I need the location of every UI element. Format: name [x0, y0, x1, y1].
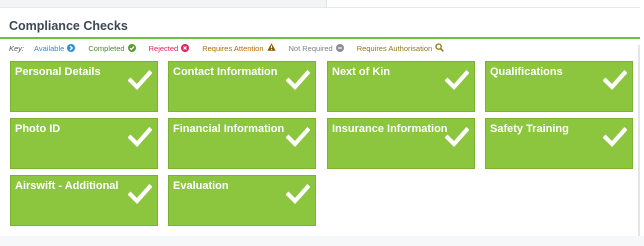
- top-strip-segment: [326, 0, 644, 7]
- legend-label-requires-authorisation: Requires Authorisation: [356, 43, 433, 53]
- checkmark-icon: [603, 70, 627, 91]
- tile-safety-training[interactable]: Safety Training: [485, 118, 633, 169]
- status-legend: Key: Available Completed Rejected Requir…: [9, 42, 457, 54]
- tile-contact-information[interactable]: Contact Information: [168, 61, 316, 112]
- legend-label-available: Available: [34, 43, 65, 53]
- tile-personal-details[interactable]: Personal Details: [10, 61, 158, 112]
- top-strip: [0, 0, 644, 7]
- checkmark-icon: [286, 70, 310, 91]
- checkmark-icon: [286, 184, 310, 205]
- legend-key-label: Key:: [9, 43, 25, 53]
- tile-qualifications[interactable]: Qualifications: [485, 61, 633, 112]
- minus-circle-icon: [335, 44, 344, 52]
- title-accent-rule: [0, 37, 640, 39]
- legend-label-rejected: Rejected: [148, 43, 179, 53]
- checkmark-icon: [286, 127, 310, 148]
- tile-label: Airswift - Additional: [15, 180, 119, 192]
- legend-item-completed: Completed: [88, 43, 136, 53]
- legend-label-completed: Completed: [88, 43, 125, 53]
- tile-label: Qualifications: [490, 66, 563, 78]
- legend-item-requires-attention: Requires Attention: [202, 43, 276, 53]
- tile-airswift-additional[interactable]: Airswift - Additional: [10, 175, 158, 226]
- checkmark-icon: [603, 127, 627, 148]
- chevron-right-circle-icon: [67, 44, 76, 52]
- checkmark-icon: [128, 184, 152, 205]
- tile-financial-information[interactable]: Financial Information: [168, 118, 316, 169]
- x-circle-icon: [181, 44, 190, 52]
- checkmark-icon: [128, 127, 152, 148]
- legend-item-requires-authorisation: Requires Authorisation: [356, 42, 445, 54]
- checkmark-icon: [445, 127, 469, 148]
- legend-item-available: Available: [34, 43, 76, 53]
- tile-evaluation[interactable]: Evaluation: [168, 175, 316, 226]
- tile-label: Financial Information: [173, 123, 285, 135]
- checkmark-icon: [445, 70, 469, 91]
- tile-label: Safety Training: [490, 123, 569, 135]
- tile-label: Next of Kin: [332, 66, 391, 78]
- checkmark-icon: [128, 70, 152, 91]
- tile-label: Contact Information: [173, 66, 278, 78]
- page-frame: Compliance Checks Key: Available Complet…: [0, 0, 644, 246]
- legend-item-rejected: Rejected: [149, 44, 190, 53]
- magnifier-icon: [435, 42, 445, 54]
- tile-label: Insurance Information: [332, 123, 448, 135]
- warning-triangle-icon: [266, 43, 276, 53]
- tile-insurance-information[interactable]: Insurance Information: [327, 118, 475, 169]
- tile-label: Personal Details: [15, 66, 101, 78]
- legend-item-not-required: Not Required: [289, 44, 344, 53]
- bottom-strip: [0, 236, 644, 246]
- tile-photo-id[interactable]: Photo ID: [10, 118, 158, 169]
- panel-right-edge: [638, 45, 640, 245]
- legend-label-requires-attention: Requires Attention: [202, 43, 264, 53]
- tile-next-of-kin[interactable]: Next of Kin: [327, 61, 475, 112]
- check-circle-icon: [127, 44, 136, 52]
- legend-label-not-required: Not Required: [288, 43, 333, 53]
- section-title: Compliance Checks: [9, 19, 128, 33]
- tile-label: Photo ID: [15, 123, 61, 135]
- tile-label: Evaluation: [173, 180, 229, 192]
